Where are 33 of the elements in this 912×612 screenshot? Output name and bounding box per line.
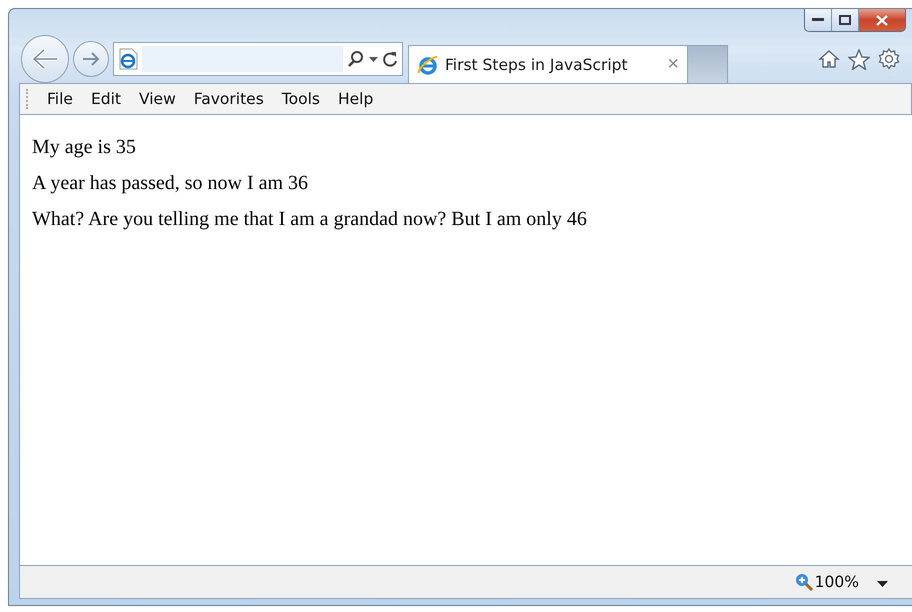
tab-title: First Steps in JavaScript: [445, 56, 629, 74]
minimize-button[interactable]: [805, 9, 832, 31]
search-icon[interactable]: [347, 50, 365, 68]
settings-icon[interactable]: [878, 48, 900, 70]
star-icon[interactable]: [848, 48, 870, 70]
paragraph: My age is 35: [32, 135, 137, 159]
forward-button[interactable]: [73, 41, 109, 77]
close-button[interactable]: [859, 9, 905, 31]
home-icon[interactable]: [818, 48, 840, 70]
zoom-level: 100%: [814, 573, 859, 591]
zoom-icon: [794, 573, 813, 591]
paragraph: A year has passed, so now I am 36: [32, 171, 310, 195]
maximize-button[interactable]: [832, 9, 859, 31]
browser-tab[interactable]: First Steps in JavaScript ×: [408, 45, 688, 83]
menu-item[interactable]: Favorites: [188, 88, 270, 110]
menu-item[interactable]: Edit: [84, 88, 127, 110]
minimize-icon: [812, 18, 824, 22]
refresh-icon[interactable]: [382, 50, 398, 68]
caret-icon[interactable]: [369, 56, 378, 62]
paragraph: What? Are you telling me that I am a grandad now? But I am only 46: [32, 207, 588, 231]
browser-logo-icon: [417, 54, 439, 76]
menu-item[interactable]: Tools: [276, 88, 326, 110]
back-button[interactable]: [21, 35, 69, 83]
menu-item[interactable]: View: [132, 88, 182, 110]
page-icon: [118, 48, 138, 70]
close-icon: [876, 14, 888, 26]
address-field[interactable]: [113, 42, 403, 76]
menu-item[interactable]: File: [41, 88, 79, 110]
zoom-button[interactable]: 100%: [794, 573, 859, 591]
maximize-icon: [839, 15, 851, 25]
back-arrow-icon: [30, 47, 60, 71]
forward-arrow-icon: [81, 51, 101, 67]
menu-item[interactable]: Help: [332, 88, 380, 110]
